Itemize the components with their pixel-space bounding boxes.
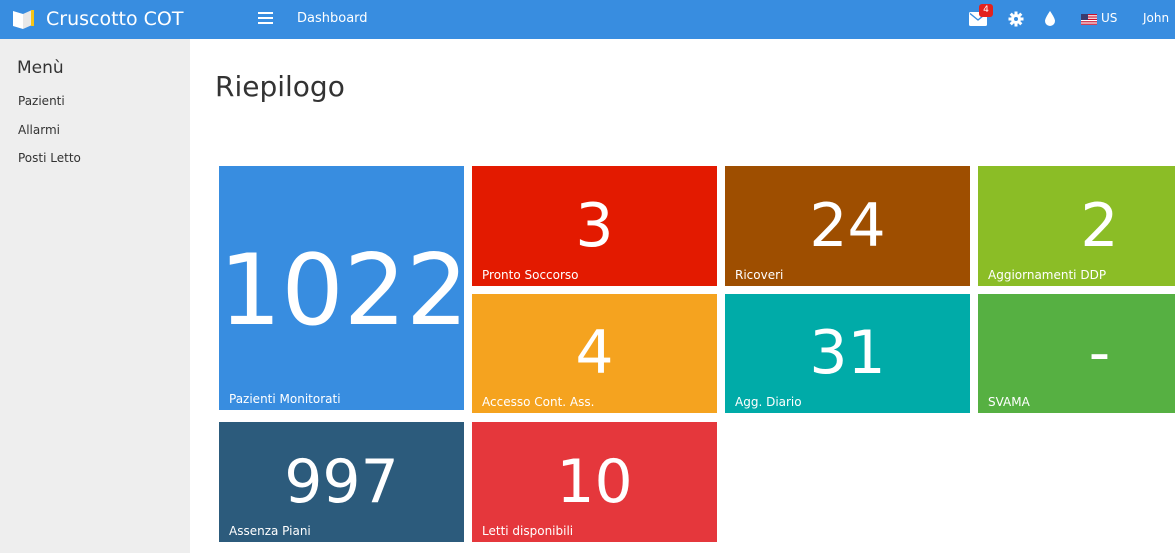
tile-value: 2 — [1080, 191, 1119, 261]
sidebar-title: Menù — [17, 58, 64, 78]
tile-value: 1022 — [219, 234, 464, 348]
tile-label: Pronto Soccorso — [482, 268, 579, 282]
tile-value: 10 — [556, 447, 633, 517]
tile-value: 31 — [809, 318, 886, 388]
sidebar-item-allarmi[interactable]: Allarmi — [18, 123, 60, 137]
tile-assenza-piani[interactable]: 997 Assenza Piani — [219, 422, 464, 542]
color-drop-icon[interactable] — [1044, 10, 1056, 27]
sidebar-item-pazienti[interactable]: Pazienti — [18, 94, 65, 108]
nav-dashboard-link[interactable]: Dashboard — [297, 11, 368, 26]
tile-label: Accesso Cont. Ass. — [482, 395, 595, 409]
tile-pronto-soccorso[interactable]: 3 Pronto Soccorso — [472, 166, 717, 286]
tile-aggiornamenti-ddp[interactable]: 2 Aggiornamenti DDP — [978, 166, 1175, 286]
book-logo-icon — [13, 10, 34, 29]
tile-label: Ricoveri — [735, 268, 784, 282]
tile-value: - — [1088, 318, 1111, 388]
tile-pazienti-monitorati[interactable]: 1022 Pazienti Monitorati — [219, 166, 464, 410]
tile-value: 4 — [575, 318, 614, 388]
tile-value: 3 — [575, 191, 614, 261]
tile-value: 24 — [809, 191, 886, 261]
tile-label: Pazienti Monitorati — [229, 392, 341, 406]
brand-title: Cruscotto COT — [46, 8, 184, 30]
tile-label: SVAMA — [988, 395, 1030, 409]
user-menu[interactable]: John — [1143, 11, 1169, 25]
language-selector[interactable]: US — [1101, 11, 1117, 25]
tile-label: Aggiornamenti DDP — [988, 268, 1107, 282]
tile-agg-diario[interactable]: 31 Agg. Diario — [725, 294, 970, 413]
tile-value: 997 — [284, 447, 399, 517]
us-flag-icon[interactable] — [1081, 14, 1097, 25]
top-navbar: Cruscotto COT Dashboard 4 US John — [0, 0, 1175, 39]
sidebar-item-posti-letto[interactable]: Posti Letto — [18, 151, 81, 165]
hamburger-menu-icon[interactable] — [258, 12, 273, 26]
tile-svama[interactable]: - SVAMA — [978, 294, 1175, 413]
page-title: Riepilogo — [215, 70, 345, 103]
brand[interactable]: Cruscotto COT — [11, 7, 183, 31]
gear-icon[interactable] — [1008, 11, 1024, 27]
tile-letti-disponibili[interactable]: 10 Letti disponibili — [472, 422, 717, 542]
tile-label: Agg. Diario — [735, 395, 802, 409]
tile-ricoveri[interactable]: 24 Ricoveri — [725, 166, 970, 286]
tile-accesso-cont-ass[interactable]: 4 Accesso Cont. Ass. — [472, 294, 717, 413]
tile-label: Assenza Piani — [229, 524, 311, 538]
sidebar: Menù Pazienti Allarmi Posti Letto — [0, 39, 190, 553]
mail-count-badge: 4 — [979, 4, 993, 17]
tile-label: Letti disponibili — [482, 524, 574, 538]
